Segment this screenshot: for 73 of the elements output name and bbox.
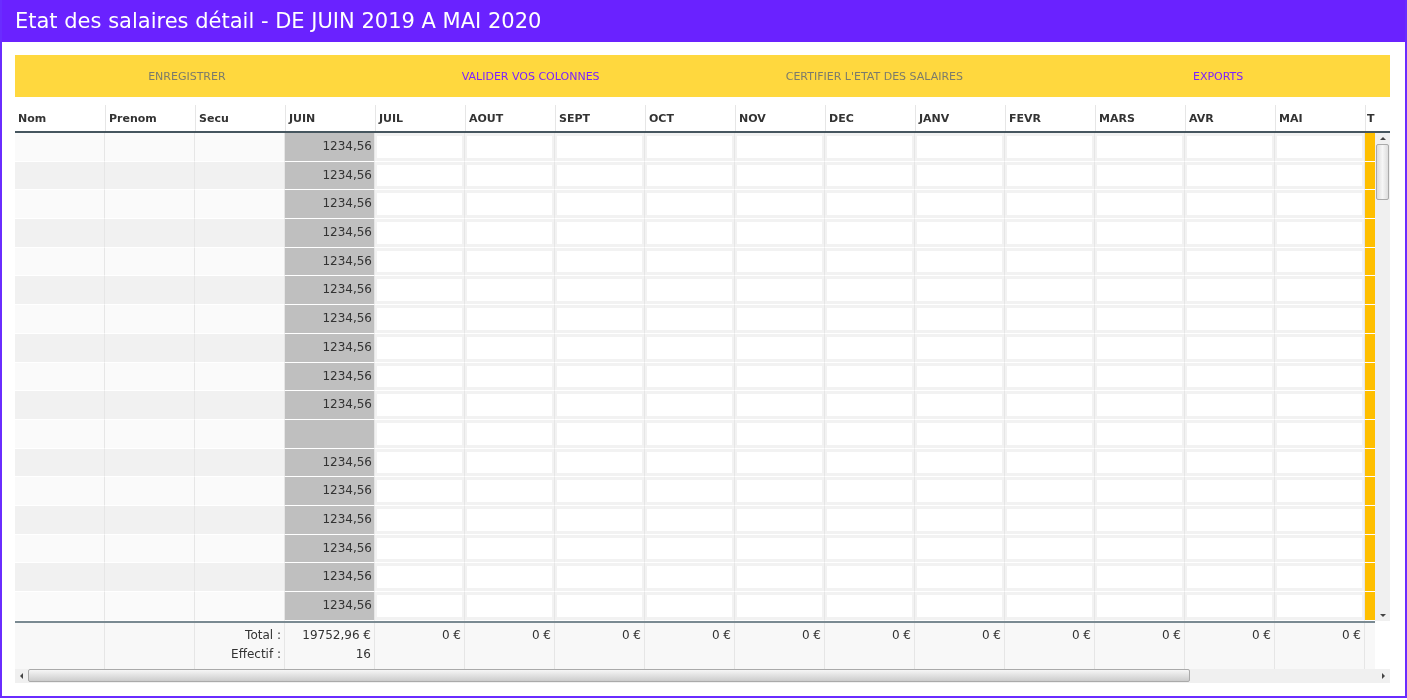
flag-cell bbox=[1365, 219, 1375, 248]
flag-cell bbox=[1365, 161, 1375, 191]
amount-cell: 1234,56 bbox=[285, 448, 375, 478]
column-header: JANV bbox=[915, 105, 1005, 131]
amount-cell: 1234,56 bbox=[285, 247, 375, 277]
total-label: Total : bbox=[245, 627, 281, 642]
toolbar-button[interactable]: VALIDER VOS COLONNES bbox=[358, 55, 703, 97]
flag-cell bbox=[1365, 333, 1375, 363]
total-value: 0 € bbox=[441, 627, 461, 642]
amount-cell: 1234,56 bbox=[285, 190, 375, 220]
scroll-left-icon[interactable] bbox=[20, 672, 23, 679]
total-value: 0 € bbox=[531, 627, 551, 642]
scroll-right-icon[interactable] bbox=[1382, 672, 1385, 679]
toolbar-button[interactable]: EXPORTS bbox=[1046, 55, 1390, 97]
total-value: 0 € bbox=[1161, 627, 1181, 642]
column-header: Secu bbox=[195, 105, 285, 131]
scrollbar-thumb[interactable] bbox=[1376, 144, 1389, 200]
flag-cell bbox=[1365, 419, 1375, 449]
total-value: 0 € bbox=[981, 627, 1001, 642]
column-header: Prenom bbox=[105, 105, 195, 131]
column-header: MAI bbox=[1275, 105, 1365, 131]
flag-cell bbox=[1365, 391, 1375, 420]
column-header: SEPT bbox=[555, 105, 645, 131]
flag-cell bbox=[1365, 362, 1375, 392]
amount-cell: 1234,56 bbox=[285, 333, 375, 363]
amount-cell: 1234,56 bbox=[285, 505, 375, 535]
column-header: JUIN bbox=[285, 105, 375, 131]
total-value: 0 € bbox=[1341, 627, 1361, 642]
amount-cell: 1234,56 bbox=[285, 276, 375, 306]
flag-cell bbox=[1365, 133, 1375, 162]
column-header: Nom bbox=[17, 111, 48, 127]
total-value: 0 € bbox=[1071, 627, 1091, 642]
amount-cell: 1234,56 bbox=[285, 592, 375, 621]
amount-cell: 1234,56 bbox=[285, 362, 375, 392]
column-header: JUIL bbox=[375, 105, 465, 131]
flag-cell bbox=[1365, 305, 1375, 334]
scroll-down-icon[interactable] bbox=[1379, 613, 1386, 617]
column-header: DEC bbox=[825, 105, 915, 131]
total-value: 19752,96 € bbox=[302, 627, 371, 642]
amount-cell: 1234,56 bbox=[285, 133, 375, 162]
amount-cell: 1234,56 bbox=[285, 391, 375, 420]
column-header: MARS bbox=[1095, 105, 1185, 131]
effectif-value: 16 bbox=[355, 646, 371, 661]
amount-cell: 1234,56 bbox=[285, 219, 375, 248]
total-value: 0 € bbox=[891, 627, 911, 642]
effectif-label: Effectif : bbox=[231, 646, 281, 661]
total-value: 0 € bbox=[801, 627, 821, 642]
amount-cell: 1234,56 bbox=[285, 563, 375, 592]
column-header: NOV bbox=[735, 105, 825, 131]
flag-cell bbox=[1365, 247, 1375, 277]
flag-cell bbox=[1365, 448, 1375, 478]
vertical-scrollbar[interactable] bbox=[1375, 133, 1390, 621]
column-header: T bbox=[1365, 105, 1375, 131]
flag-cell bbox=[1365, 276, 1375, 306]
column-header: AOUT bbox=[465, 105, 555, 131]
amount-cell: 1234,56 bbox=[285, 534, 375, 564]
total-value: 0 € bbox=[711, 627, 731, 642]
flag-cell bbox=[1365, 190, 1375, 220]
scrollbar-thumb[interactable] bbox=[28, 669, 1190, 683]
flag-cell bbox=[1365, 563, 1375, 592]
flag-cell bbox=[1365, 505, 1375, 535]
flag-cell bbox=[1365, 477, 1375, 506]
window-title: Etat des salaires détail - DE JUIN 2019 A MAI 2020 bbox=[2, 0, 1405, 42]
column-header: FEVR bbox=[1005, 105, 1095, 131]
total-value: 0 € bbox=[1251, 627, 1271, 642]
amount-cell: 1234,56 bbox=[285, 477, 375, 506]
column-header: AVR bbox=[1185, 105, 1275, 131]
flag-cell bbox=[1365, 534, 1375, 564]
total-value: 0 € bbox=[621, 627, 641, 642]
amount-cell: 1234,56 bbox=[285, 305, 375, 334]
column-header: OCT bbox=[645, 105, 735, 131]
amount-cell: 1234,56 bbox=[285, 161, 375, 191]
scroll-up-icon[interactable] bbox=[1379, 137, 1386, 140]
